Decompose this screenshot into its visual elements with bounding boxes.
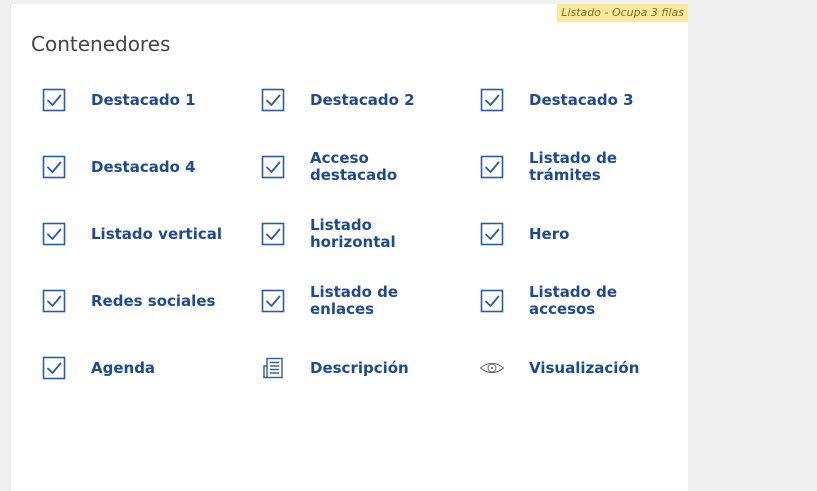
block-item-destacado-1[interactable]: Destacado 1: [11, 80, 230, 120]
block-item-descripcion[interactable]: Descripción: [230, 348, 449, 388]
block-item-redes-sociales[interactable]: Redes sociales: [11, 281, 230, 321]
list-rows-badge: Listado - Ocupa 3 filas: [557, 4, 688, 22]
block-item-label: Descripción: [310, 358, 409, 377]
block-item-label: Visualización: [529, 358, 640, 377]
checkbox-checked-icon: [260, 288, 286, 314]
panel-title: Contenedores: [31, 32, 171, 56]
checkbox-checked-icon: [41, 87, 67, 113]
checkbox-checked-icon: [41, 221, 67, 247]
block-item-label: Redes sociales: [91, 291, 216, 310]
block-item-label: Destacado 1: [91, 90, 196, 109]
block-item-listado-horizontal[interactable]: Listado horizontal: [230, 214, 449, 254]
block-item-label: Agenda: [91, 358, 156, 377]
block-item-agenda[interactable]: Agenda: [11, 348, 230, 388]
checkbox-checked-icon: [479, 221, 505, 247]
block-item-label: Destacado 2: [310, 90, 415, 109]
block-item-label: Listado vertical: [91, 224, 223, 243]
checkbox-checked-icon: [260, 87, 286, 113]
block-item-visualizacion[interactable]: Visualización: [449, 348, 668, 388]
block-item-label: Listado horizontal: [310, 216, 396, 251]
block-item-hero[interactable]: Hero: [449, 214, 668, 254]
block-item-listado-de-tramites[interactable]: Listado de trámites: [449, 147, 668, 187]
document-icon: [260, 355, 286, 381]
block-item-label: Destacado 3: [529, 90, 634, 109]
eye-icon: [479, 355, 505, 381]
checkbox-checked-icon: [479, 288, 505, 314]
block-item-label: Listado de accesos: [529, 283, 618, 318]
block-item-acceso-destacado[interactable]: Acceso destacado: [230, 147, 449, 187]
block-item-listado-de-accesos[interactable]: Listado de accesos: [449, 281, 668, 321]
checkbox-checked-icon: [41, 288, 67, 314]
checkbox-checked-icon: [260, 154, 286, 180]
checkbox-checked-icon: [479, 154, 505, 180]
checkbox-checked-icon: [41, 154, 67, 180]
block-item-label: Listado de trámites: [529, 149, 618, 184]
block-item-listado-de-enlaces[interactable]: Listado de enlaces: [230, 281, 449, 321]
block-item-destacado-2[interactable]: Destacado 2: [230, 80, 449, 120]
block-item-label: Listado de enlaces: [310, 283, 399, 318]
block-item-destacado-3[interactable]: Destacado 3: [449, 80, 668, 120]
page: Listado - Ocupa 3 filas Contenedores Des…: [0, 0, 817, 491]
block-item-label: Hero: [529, 224, 570, 243]
block-item-label: Acceso destacado: [310, 149, 398, 184]
checkbox-checked-icon: [260, 221, 286, 247]
block-item-label: Destacado 4: [91, 157, 196, 176]
block-item-listado-vertical[interactable]: Listado vertical: [11, 214, 230, 254]
checkbox-checked-icon: [479, 87, 505, 113]
checkbox-checked-icon: [41, 355, 67, 381]
containers-panel: Listado - Ocupa 3 filas Contenedores Des…: [10, 4, 688, 491]
block-item-destacado-4[interactable]: Destacado 4: [11, 147, 230, 187]
